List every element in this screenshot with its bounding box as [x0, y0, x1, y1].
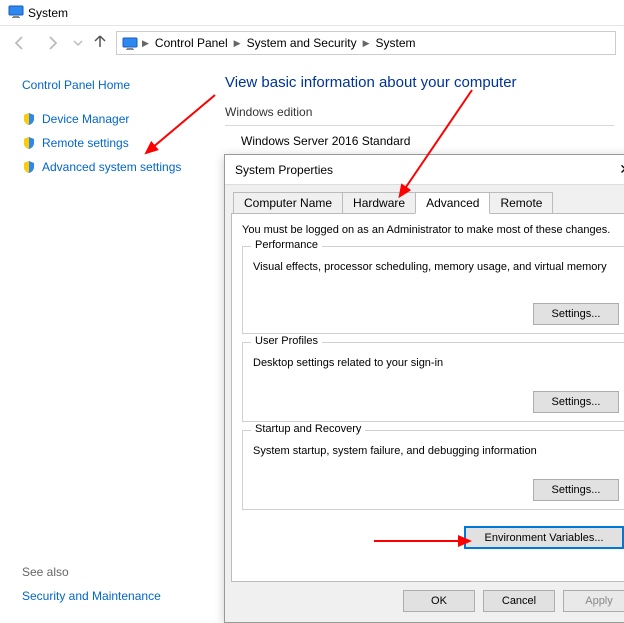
startup-recovery-groupbox: Startup and Recovery System startup, sys… — [242, 430, 624, 510]
sidebar-item-label: Remote settings — [42, 136, 129, 150]
user-profiles-settings-button[interactable]: Settings... — [533, 391, 619, 413]
tab-computer-name[interactable]: Computer Name — [233, 192, 343, 214]
admin-notice-text: You must be logged on as an Administrato… — [242, 224, 624, 236]
breadcrumb-item[interactable]: System — [373, 36, 419, 50]
window-title: System — [28, 6, 68, 20]
shield-icon — [22, 112, 36, 126]
shield-icon — [22, 160, 36, 174]
tab-panel-advanced: You must be logged on as an Administrato… — [231, 213, 624, 582]
nav-back-icon[interactable] — [8, 31, 32, 55]
user-profiles-title: User Profiles — [251, 335, 322, 347]
window-titlebar: System — [0, 0, 624, 26]
performance-description: Visual effects, processor scheduling, me… — [253, 261, 619, 273]
breadcrumb-item[interactable]: System and Security — [244, 36, 360, 50]
shield-icon — [22, 136, 36, 150]
cancel-button[interactable]: Cancel — [483, 590, 555, 612]
nav-up-icon[interactable] — [92, 33, 108, 54]
nav-dropdown-icon[interactable] — [72, 31, 84, 55]
nav-bar: ▶ Control Panel ▶ System and Security ▶ … — [0, 26, 624, 60]
performance-groupbox: Performance Visual effects, processor sc… — [242, 246, 624, 334]
sidebar-item-label: Device Manager — [42, 112, 129, 126]
system-properties-dialog: System Properties ✕ Computer Name Hardwa… — [224, 154, 624, 623]
user-profiles-groupbox: User Profiles Desktop settings related t… — [242, 342, 624, 422]
location-icon — [121, 34, 139, 52]
startup-recovery-settings-button[interactable]: Settings... — [533, 479, 619, 501]
dialog-button-row: OK Cancel Apply — [231, 582, 624, 616]
user-profiles-description: Desktop settings related to your sign-in — [253, 357, 619, 369]
chevron-right-icon[interactable]: ▶ — [233, 38, 242, 49]
nav-forward-icon[interactable] — [40, 31, 64, 55]
ok-button[interactable]: OK — [403, 590, 475, 612]
tab-remote[interactable]: Remote — [489, 192, 553, 214]
annotation-arrow — [372, 534, 472, 551]
close-icon[interactable]: ✕ — [613, 159, 624, 180]
performance-title: Performance — [251, 239, 322, 251]
see-also-link[interactable]: Security and Maintenance — [22, 589, 202, 603]
annotation-arrow — [392, 85, 482, 203]
see-also-section: See also Security and Maintenance — [22, 565, 202, 603]
startup-recovery-title: Startup and Recovery — [251, 423, 365, 435]
annotation-arrow — [140, 90, 220, 163]
apply-button[interactable]: Apply — [563, 590, 624, 612]
breadcrumb-item[interactable]: Control Panel — [152, 36, 231, 50]
performance-settings-button[interactable]: Settings... — [533, 303, 619, 325]
chevron-right-icon[interactable]: ▶ — [362, 38, 371, 49]
chevron-right-icon[interactable]: ▶ — [141, 38, 150, 49]
see-also-heading: See also — [22, 565, 202, 579]
system-icon — [8, 3, 24, 22]
environment-variables-button[interactable]: Environment Variables... — [464, 526, 624, 549]
startup-recovery-description: System startup, system failure, and debu… — [253, 445, 619, 457]
dialog-title: System Properties — [235, 163, 333, 177]
address-bar[interactable]: ▶ Control Panel ▶ System and Security ▶ … — [116, 31, 616, 55]
